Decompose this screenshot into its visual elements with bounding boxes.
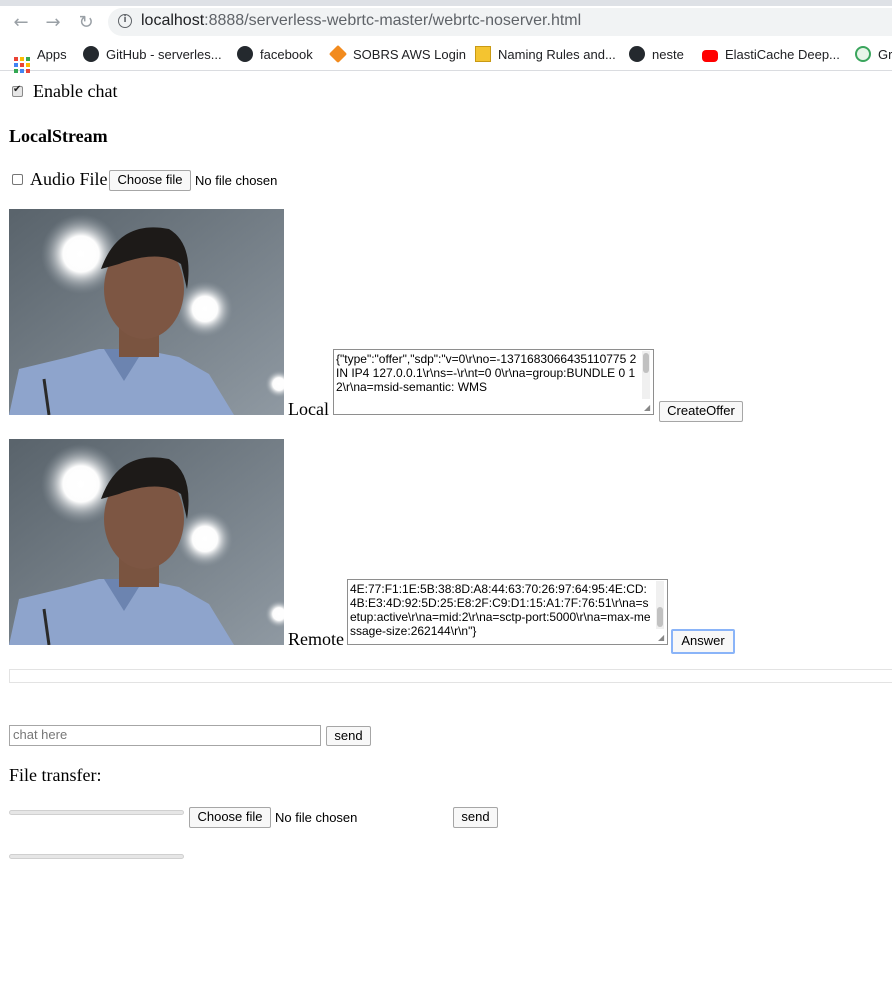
resize-handle-icon[interactable]: ◢: [658, 634, 666, 642]
local-stream-heading: LocalStream: [9, 126, 108, 146]
url-path: :8888/serverless-webrtc-master/webrtc-no…: [204, 12, 582, 29]
github-icon: [237, 46, 253, 62]
bookmark-sobrs-aws[interactable]: SOBRS AWS Login: [328, 44, 466, 64]
bookmark-elasticache[interactable]: ElastiCache Deep...: [702, 46, 840, 64]
grammarly-icon: [855, 46, 871, 62]
audio-file-label: Audio File: [30, 169, 108, 189]
send-progress-bar: [9, 810, 184, 815]
enable-chat-checkbox[interactable]: [12, 84, 23, 97]
chat-send-button[interactable]: send: [326, 726, 371, 746]
local-sdp-textarea[interactable]: {"type":"offer","sdp":"v=0\r\no=-1371683…: [333, 349, 654, 415]
youtube-icon: [702, 50, 718, 62]
chat-output-area: [9, 669, 892, 683]
forward-arrow-icon[interactable]: →: [42, 12, 64, 34]
url-host: localhost: [141, 12, 205, 29]
bookmark-github-serverless[interactable]: GitHub - serverles...: [83, 46, 222, 64]
local-label: Local: [288, 399, 329, 419]
github-icon: [629, 46, 645, 62]
bookmark-label: ElastiCache Deep...: [725, 47, 840, 62]
bookmark-label: SOBRS AWS Login: [353, 47, 466, 62]
back-arrow-icon[interactable]: ←: [10, 12, 32, 34]
enable-chat-label: Enable chat: [33, 81, 118, 101]
resize-handle-icon[interactable]: ◢: [644, 404, 652, 412]
audio-file-checkbox[interactable]: [12, 174, 23, 185]
reload-icon[interactable]: ↻: [75, 12, 97, 34]
box-icon: [475, 46, 491, 62]
bookmark-label: GitHub - serverles...: [106, 47, 222, 62]
remote-sdp-scroll-thumb[interactable]: [657, 607, 663, 627]
local-sdp-text: {"type":"offer","sdp":"v=0\r\no=-1371683…: [336, 352, 637, 394]
remote-video-frame: [9, 439, 284, 645]
audio-choose-file-button[interactable]: Choose file: [109, 170, 191, 191]
local-video: [9, 209, 284, 415]
file-choose-file-button[interactable]: Choose file: [189, 807, 271, 828]
bookmark-neste[interactable]: neste: [629, 46, 684, 64]
github-icon: [83, 46, 99, 62]
bookmark-grammarly[interactable]: Gr: [855, 46, 892, 64]
bookmark-label: Naming Rules and...: [498, 47, 616, 62]
apps-grid-icon: [14, 57, 30, 73]
remote-sdp-scrollbar[interactable]: [656, 581, 664, 629]
bookmark-label: facebook: [260, 47, 313, 62]
local-video-frame: [9, 209, 284, 415]
audio-no-file-text: No file chosen: [195, 173, 278, 188]
create-offer-button[interactable]: CreateOffer: [659, 401, 743, 422]
local-sdp-scrollbar[interactable]: [642, 351, 650, 399]
file-transfer-label: File transfer:: [9, 765, 102, 785]
bookmark-label: Apps: [37, 47, 67, 62]
remote-sdp-text: 4E:77:F1:1E:5B:38:8D:A8:44:63:70:26:97:6…: [350, 582, 651, 638]
info-icon[interactable]: i: [118, 14, 132, 28]
file-send-button[interactable]: send: [453, 807, 498, 828]
remote-sdp-textarea[interactable]: 4E:77:F1:1E:5B:38:8D:A8:44:63:70:26:97:6…: [347, 579, 668, 645]
answer-button[interactable]: Answer: [671, 629, 735, 654]
aws-icon: [328, 44, 348, 64]
url-text[interactable]: localhost:8888/serverless-webrtc-master/…: [141, 12, 581, 30]
chat-input[interactable]: chat here: [9, 725, 321, 746]
local-sdp-scroll-thumb[interactable]: [643, 353, 649, 373]
bookmark-apps[interactable]: Apps: [14, 46, 67, 73]
remote-video: [9, 439, 284, 645]
bookmark-facebook[interactable]: facebook: [237, 46, 313, 64]
bookmark-label: Gr: [878, 47, 892, 62]
receive-progress-bar: [9, 854, 184, 859]
bookmark-naming-rules[interactable]: Naming Rules and...: [475, 46, 616, 64]
remote-label: Remote: [288, 629, 344, 649]
bookmark-label: neste: [652, 47, 684, 62]
file-no-file-text: No file chosen: [275, 810, 358, 825]
